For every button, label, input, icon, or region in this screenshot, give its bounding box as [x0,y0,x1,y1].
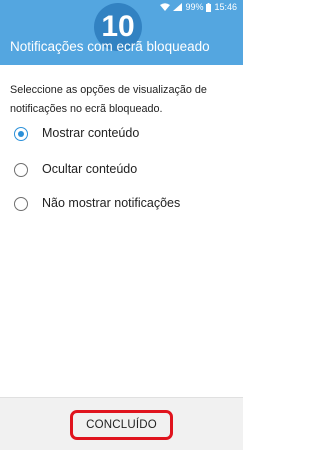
option-show-content[interactable]: Mostrar conteúdo [0,118,243,150]
option-label: Não mostrar notificações [42,196,181,210]
radio-button-checked[interactable] [14,127,28,141]
option-label: Mostrar conteúdo [42,126,140,140]
app-header: 99% 15:46 10 Notificações com ecrã bloqu… [0,0,243,65]
description-text: Seleccione as opções de visualização de … [10,84,207,115]
clock: 15:46 [214,2,237,12]
wifi-icon [160,3,171,11]
battery-percent: 99% [185,2,204,12]
option-no-notifications[interactable]: Não mostrar notificações [0,188,243,220]
signal-icon [173,3,183,11]
page-title: Notificações com ecrã bloqueado [10,39,210,54]
option-hide-content[interactable]: Ocultar conteúdo [0,154,243,186]
radio-button[interactable] [14,197,28,211]
radio-button[interactable] [14,163,28,177]
bottom-bar: CONCLUÍDO [0,397,243,450]
battery-icon [206,2,212,12]
option-label: Ocultar conteúdo [42,162,138,176]
done-button[interactable]: CONCLUÍDO [70,410,173,440]
